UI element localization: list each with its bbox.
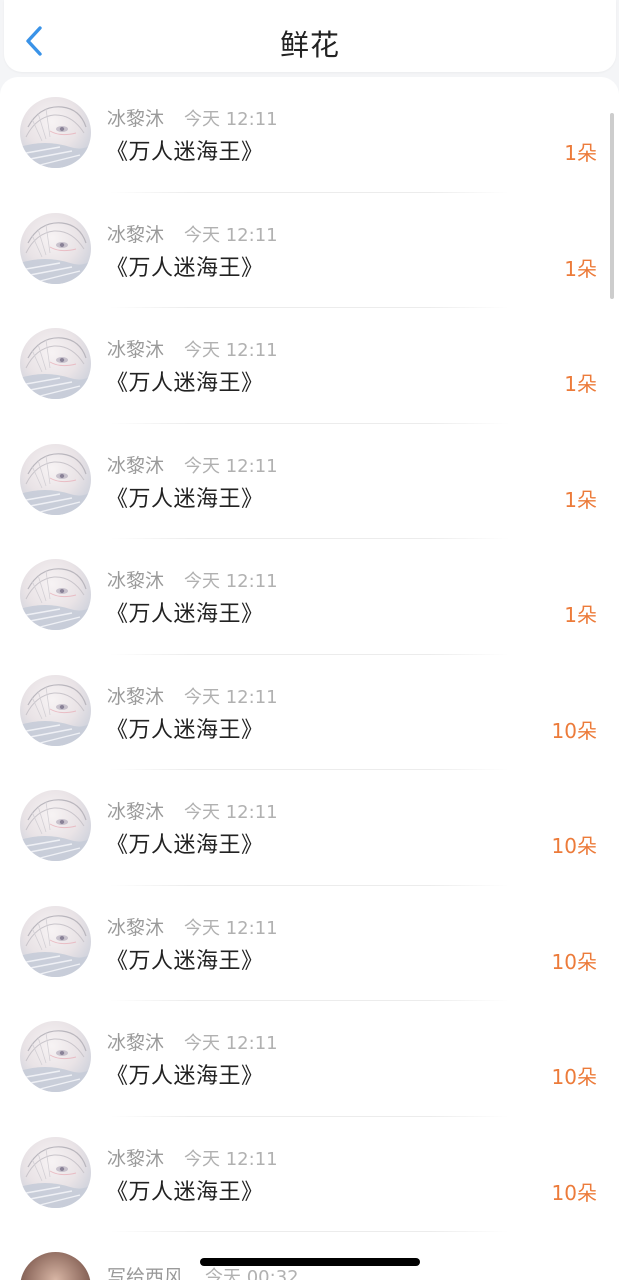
sender-name: 冰黎沐 [107, 570, 165, 592]
book-title: 《万人迷海王》 [106, 140, 264, 165]
book-title: 《万人迷海王》 [106, 1064, 264, 1089]
flower-count: 1朵 [564, 372, 597, 396]
book-title: 《万人迷海王》 [106, 602, 264, 627]
list-item[interactable]: 冰黎沐 今天 12:11 《万人迷海王》 10朵 [0, 1117, 619, 1232]
sender-name: 冰黎沐 [107, 1032, 165, 1054]
book-title: 《万人迷海王》 [106, 1179, 264, 1205]
avatar[interactable] [20, 905, 91, 977]
book-title: 《万人迷海王》 [106, 948, 264, 974]
list-item[interactable]: 冰黎沐 今天 12:11 《万人迷海王》 1朵 [0, 193, 619, 308]
book-title: 《万人迷海王》 [106, 717, 264, 743]
sender-name: 冰黎沐 [107, 339, 165, 361]
send-time: 今天 12:11 [184, 686, 278, 708]
list-item[interactable]: 冰黎沐 今天 12:11 《万人迷海王》 10朵 [0, 886, 619, 1001]
avatar[interactable] [20, 212, 91, 284]
flower-count: 10朵 [551, 834, 597, 858]
flower-count: 10朵 [551, 949, 597, 974]
sender-name: 冰黎沐 [107, 223, 165, 246]
avatar[interactable] [20, 328, 91, 399]
avatar[interactable] [20, 674, 91, 746]
flower-count: 1朵 [564, 141, 597, 165]
flower-record-list[interactable]: 冰黎沐 今天 12:11 《万人迷海王》 1朵 冰黎沐 今天 12:11 《万人… [0, 77, 619, 1280]
avatar[interactable] [20, 443, 91, 515]
sender-name: 冰黎沐 [107, 454, 165, 477]
sender-name: 冰黎沐 [107, 1147, 165, 1170]
book-title: 《万人迷海王》 [106, 486, 264, 512]
book-title: 《万人迷海王》 [106, 371, 264, 396]
page-title: 鲜花 [279, 28, 340, 62]
sender-name: 冰黎沐 [107, 685, 165, 708]
list-item[interactable]: 冰黎沐 今天 12:11 《万人迷海王》 10朵 [0, 770, 619, 886]
partial-record-name: 写给西风 [107, 1266, 184, 1280]
sender-name: 冰黎沐 [107, 108, 165, 130]
sender-name: 冰黎沐 [107, 801, 165, 823]
send-time: 今天 12:11 [184, 917, 278, 939]
flower-count: 1朵 [564, 603, 597, 627]
send-time: 今天 12:11 [184, 802, 278, 823]
divider [110, 1231, 509, 1232]
sender-name: 冰黎沐 [107, 916, 165, 939]
flower-count: 1朵 [564, 487, 597, 512]
list-item[interactable]: 冰黎沐 今天 12:11 《万人迷海王》 1朵 [0, 308, 619, 424]
flower-count: 1朵 [564, 256, 597, 281]
scrollbar[interactable] [610, 113, 614, 299]
home-indicator [200, 1258, 420, 1266]
send-time: 今天 12:11 [184, 224, 278, 246]
flower-count: 10朵 [551, 1180, 597, 1205]
flower-count: 10朵 [551, 1065, 597, 1089]
list-item[interactable]: 冰黎沐 今天 12:11 《万人迷海王》 10朵 [0, 1001, 619, 1117]
send-time: 今天 12:11 [184, 1033, 278, 1054]
nav-header: 鲜花 [4, 0, 616, 72]
avatar[interactable] [20, 790, 91, 861]
book-title: 《万人迷海王》 [106, 255, 264, 281]
avatar[interactable] [20, 97, 91, 168]
list-item[interactable]: 冰黎沐 今天 12:11 《万人迷海王》 1朵 [0, 539, 619, 655]
flower-count: 10朵 [551, 718, 597, 743]
list-item[interactable]: 冰黎沐 今天 12:11 《万人迷海王》 1朵 [0, 77, 619, 193]
send-time: 今天 12:11 [184, 109, 278, 130]
send-time: 今天 12:11 [184, 571, 278, 592]
avatar[interactable] [20, 1136, 91, 1208]
avatar[interactable] [20, 559, 91, 630]
send-time: 今天 12:11 [184, 1148, 278, 1170]
book-title: 《万人迷海王》 [106, 833, 264, 858]
list-item[interactable]: 冰黎沐 今天 12:11 《万人迷海王》 10朵 [0, 655, 619, 770]
send-time: 今天 12:11 [184, 340, 278, 361]
avatar[interactable] [20, 1021, 91, 1092]
list-item[interactable]: 冰黎沐 今天 12:11 《万人迷海王》 1朵 [0, 424, 619, 539]
send-time: 今天 12:11 [184, 455, 278, 477]
